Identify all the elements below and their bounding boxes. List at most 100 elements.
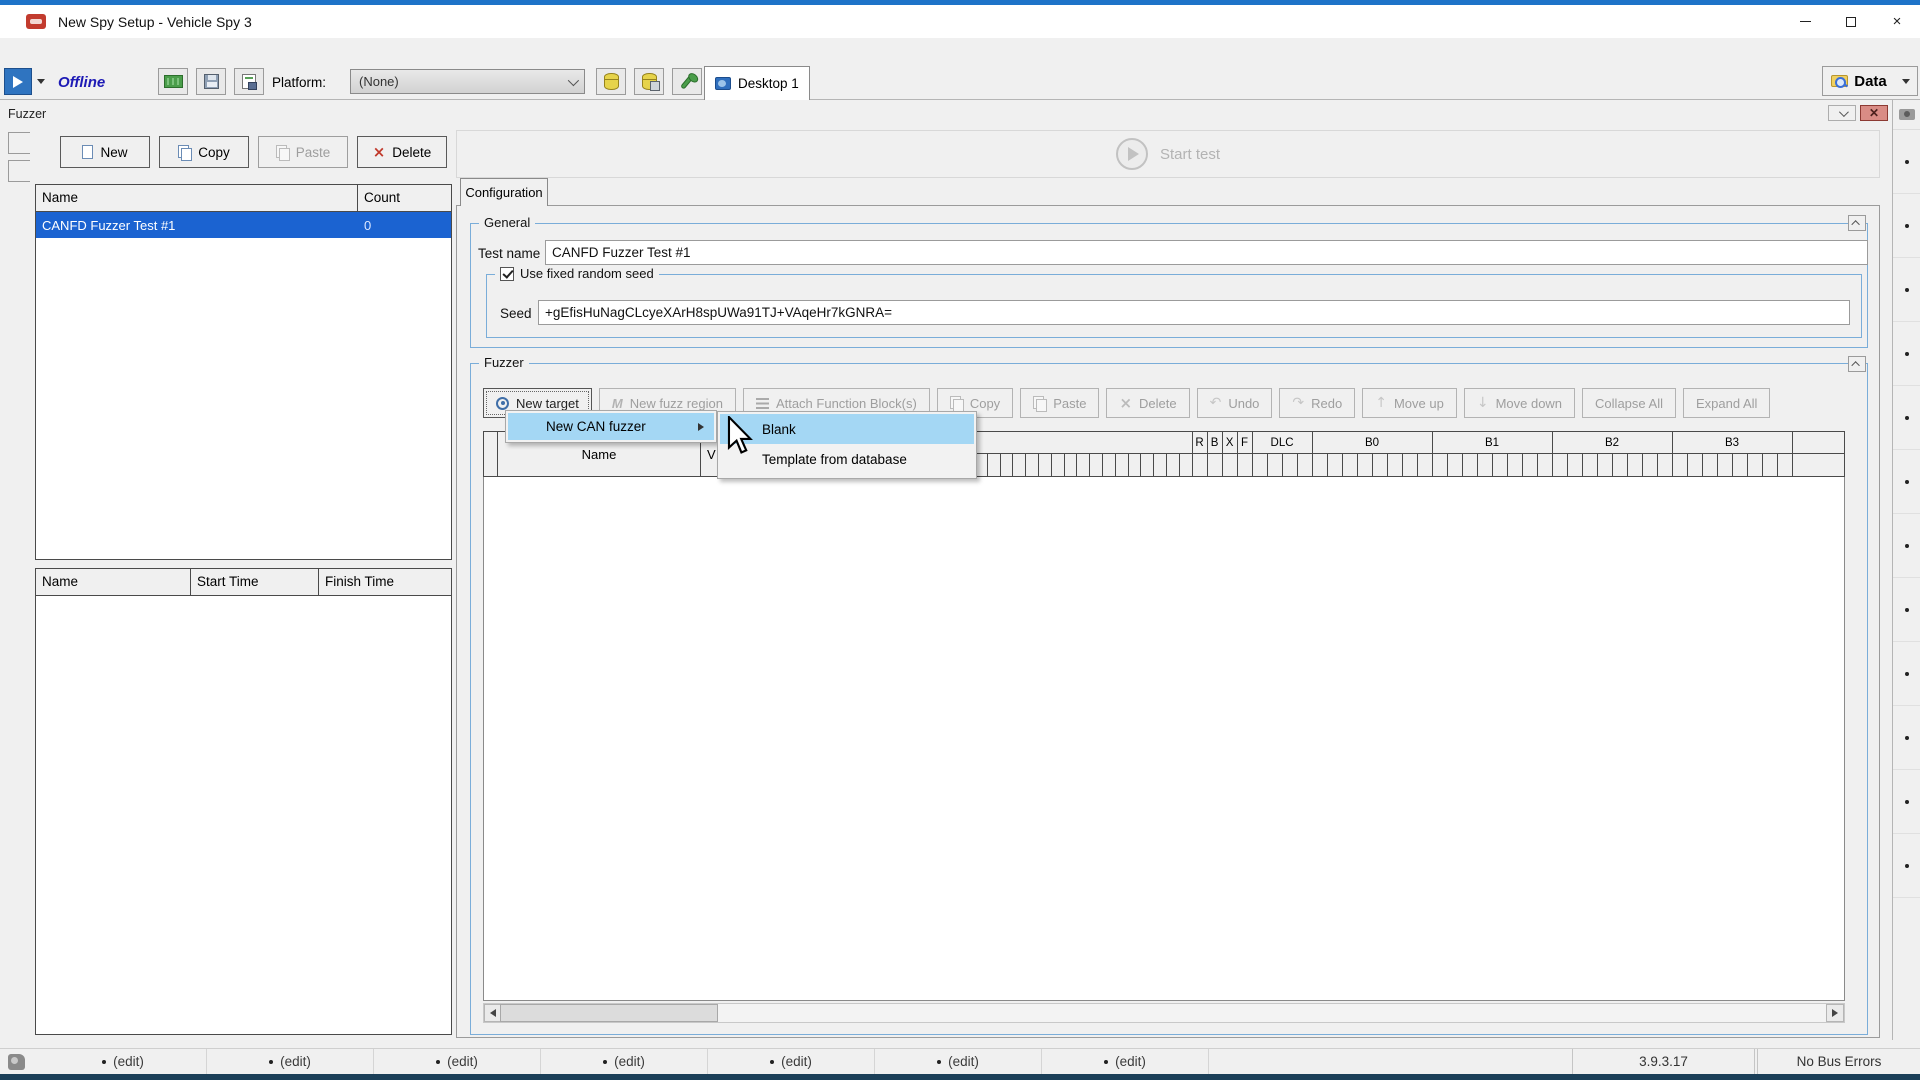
table-row[interactable]: CANFD Fuzzer Test #1 0 — [36, 212, 451, 238]
file-save-button[interactable] — [234, 68, 264, 95]
dock-capture-button[interactable] — [1893, 100, 1920, 130]
bit-cell[interactable] — [1343, 454, 1358, 476]
bit-cell[interactable] — [1141, 454, 1154, 476]
fuzzer-toolbar-button[interactable]: Expand All — [1683, 388, 1770, 418]
fuzzer-toolbar-button[interactable]: Collapse All — [1582, 388, 1676, 418]
bit-cell[interactable] — [1358, 454, 1373, 476]
submenu-item[interactable]: Blank — [720, 414, 974, 444]
bit-cell[interactable] — [1493, 454, 1508, 476]
minimize-button[interactable] — [1782, 5, 1828, 38]
fuzzer-toolbar-button[interactable]: Paste — [1020, 388, 1099, 418]
edit-segment[interactable]: (edit) — [875, 1049, 1042, 1074]
bit-cell[interactable] — [1778, 454, 1793, 476]
bit-cell[interactable] — [1793, 454, 1819, 476]
bit-cell[interactable] — [1748, 454, 1763, 476]
general-collapse-button[interactable] — [1848, 215, 1866, 231]
data-dropdown[interactable] — [1895, 66, 1918, 96]
edit-segment[interactable]: (edit) — [40, 1049, 207, 1074]
bit-cell[interactable] — [1403, 454, 1418, 476]
edit-segment[interactable]: (edit) — [374, 1049, 541, 1074]
bit-cell[interactable] — [1733, 454, 1748, 476]
menu-item[interactable] — [102, 47, 122, 55]
bit-cell[interactable] — [1523, 454, 1538, 476]
tools-wrench-button[interactable] — [672, 68, 702, 95]
submenu-item[interactable]: Template from database — [720, 444, 974, 474]
dock-bullet[interactable] — [1893, 322, 1920, 386]
dock-bullet[interactable] — [1893, 834, 1920, 898]
column-header-finish-time[interactable]: Finish Time — [319, 569, 451, 595]
dock-bullet[interactable] — [1893, 770, 1920, 834]
bit-cell[interactable] — [1463, 454, 1478, 476]
bit-cell[interactable] — [1763, 454, 1778, 476]
bit-cell[interactable] — [1448, 454, 1463, 476]
start-test-button[interactable]: Start test — [1116, 138, 1220, 170]
bit-cell[interactable] — [1478, 454, 1493, 476]
side-tab[interactable] — [8, 132, 30, 154]
menu-item[interactable] — [162, 47, 182, 55]
bit-cell[interactable] — [1129, 454, 1142, 476]
dock-bullet[interactable] — [1893, 258, 1920, 322]
tab-desktop-1[interactable]: Desktop 1 — [704, 66, 810, 100]
bit-cell[interactable] — [1223, 454, 1238, 476]
fuzzer-toolbar-button[interactable]: ↓ Move down — [1464, 388, 1575, 418]
bit-cell[interactable] — [1688, 454, 1703, 476]
bit-cell[interactable] — [988, 454, 1001, 476]
bit-cell[interactable] — [1583, 454, 1598, 476]
bit-cell[interactable] — [1283, 454, 1298, 476]
menu-item[interactable] — [82, 47, 102, 55]
panel-close-button[interactable]: ✕ — [1860, 105, 1888, 121]
bit-cell[interactable] — [1703, 454, 1718, 476]
bit-cell[interactable] — [1643, 454, 1658, 476]
bit-cell[interactable] — [1298, 454, 1313, 476]
seed-input[interactable] — [538, 300, 1850, 325]
bit-cell[interactable] — [1208, 454, 1223, 476]
side-tab[interactable] — [8, 160, 30, 182]
fuzzer-toolbar-button[interactable]: × Delete — [1106, 388, 1189, 418]
bit-cell[interactable] — [1253, 454, 1268, 476]
fuzzer-toolbar-button[interactable]: ↶ Undo — [1197, 388, 1273, 418]
bit-cell[interactable] — [1052, 454, 1065, 476]
bit-cell[interactable] — [1718, 454, 1733, 476]
horizontal-scrollbar[interactable] — [483, 1003, 1845, 1023]
bit-cell[interactable] — [1313, 454, 1328, 476]
dock-bullet[interactable] — [1893, 578, 1920, 642]
action-button[interactable]: Paste — [258, 136, 348, 168]
menu-item[interactable] — [182, 47, 202, 55]
run-button[interactable] — [4, 68, 32, 95]
maximize-button[interactable] — [1828, 5, 1874, 38]
bit-cell[interactable] — [1039, 454, 1052, 476]
column-header-name[interactable]: Name — [36, 569, 191, 595]
bit-cell[interactable] — [1553, 454, 1568, 476]
menu-item[interactable] — [22, 47, 42, 55]
fixed-seed-checkbox[interactable] — [500, 267, 514, 281]
bit-cell[interactable] — [1418, 454, 1433, 476]
fuzzer-grid-body[interactable] — [483, 477, 1845, 1001]
edit-segment[interactable]: (edit) — [708, 1049, 875, 1074]
test-name-input[interactable] — [545, 240, 1868, 265]
edit-segment[interactable]: (edit) — [1042, 1049, 1209, 1074]
bit-cell[interactable] — [1268, 454, 1283, 476]
database-button[interactable] — [596, 68, 626, 95]
bit-cell[interactable] — [1238, 454, 1253, 476]
save-button[interactable] — [196, 68, 226, 95]
bit-cell[interactable] — [1090, 454, 1103, 476]
column-header-start-time[interactable]: Start Time — [191, 569, 319, 595]
menu-item[interactable] — [2, 47, 22, 55]
data-button[interactable]: Data — [1822, 66, 1896, 96]
column-header-name[interactable]: Name — [36, 185, 358, 211]
bit-cell[interactable] — [1508, 454, 1523, 476]
close-button[interactable]: × — [1874, 5, 1920, 38]
bit-cell[interactable] — [1388, 454, 1403, 476]
bit-cell[interactable] — [1658, 454, 1673, 476]
bit-cell[interactable] — [1433, 454, 1448, 476]
dock-bullet[interactable] — [1893, 706, 1920, 770]
fuzzer-toolbar-button[interactable]: ↑ Move up — [1362, 388, 1457, 418]
bit-cell[interactable] — [1673, 454, 1688, 476]
menu-item[interactable] — [42, 47, 62, 55]
hardware-button[interactable] — [158, 68, 188, 95]
bit-cell[interactable] — [1613, 454, 1628, 476]
action-button[interactable]: × Delete — [357, 136, 447, 168]
menu-item[interactable] — [62, 47, 82, 55]
scroll-right-button[interactable] — [1826, 1004, 1844, 1022]
run-dropdown[interactable] — [33, 68, 49, 95]
